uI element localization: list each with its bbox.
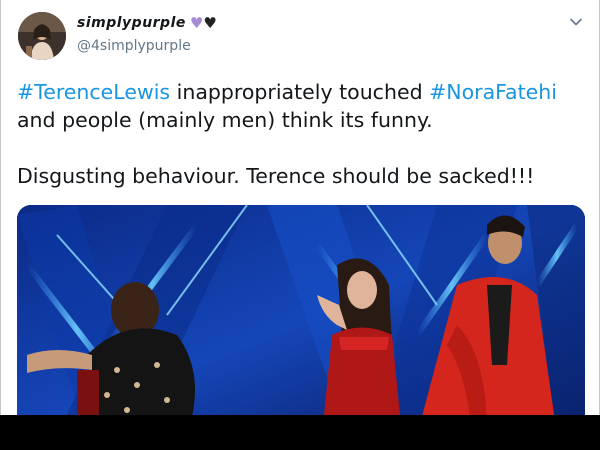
video-still-image (17, 205, 585, 415)
name-emojis: ♥ ♥ (189, 13, 217, 32)
tweet-media[interactable] (17, 205, 585, 415)
hashtag-link[interactable]: #TerenceLewis (17, 80, 170, 104)
tweet-line-1: #TerenceLewis inappropriately touched #N… (17, 78, 587, 106)
tweet-text-fragment: inappropriately touched (170, 80, 430, 104)
avatar-image (18, 12, 66, 60)
user-handle[interactable]: @4simplypurple (77, 38, 191, 54)
author-row: simplypurple ♥ ♥ (77, 15, 217, 31)
tweet-line-2: and people (mainly men) think its funny. (17, 108, 433, 132)
black-heart-icon: ♥ (203, 13, 217, 32)
chevron-down-icon[interactable] (568, 14, 584, 30)
hashtag-link[interactable]: #NoraFatehi (429, 80, 557, 104)
tweet-text: #TerenceLewis inappropriately touched #N… (17, 78, 587, 190)
avatar[interactable] (18, 12, 66, 60)
tweet-card: simplypurple ♥ ♥ @4simplypurple #Terence… (0, 0, 600, 415)
letterbox-bar (0, 415, 600, 450)
tweet-line-3: Disgusting behaviour. Terence should be … (17, 164, 535, 188)
display-name[interactable]: simplypurple (77, 15, 186, 31)
purple-heart-icon: ♥ (189, 13, 204, 32)
